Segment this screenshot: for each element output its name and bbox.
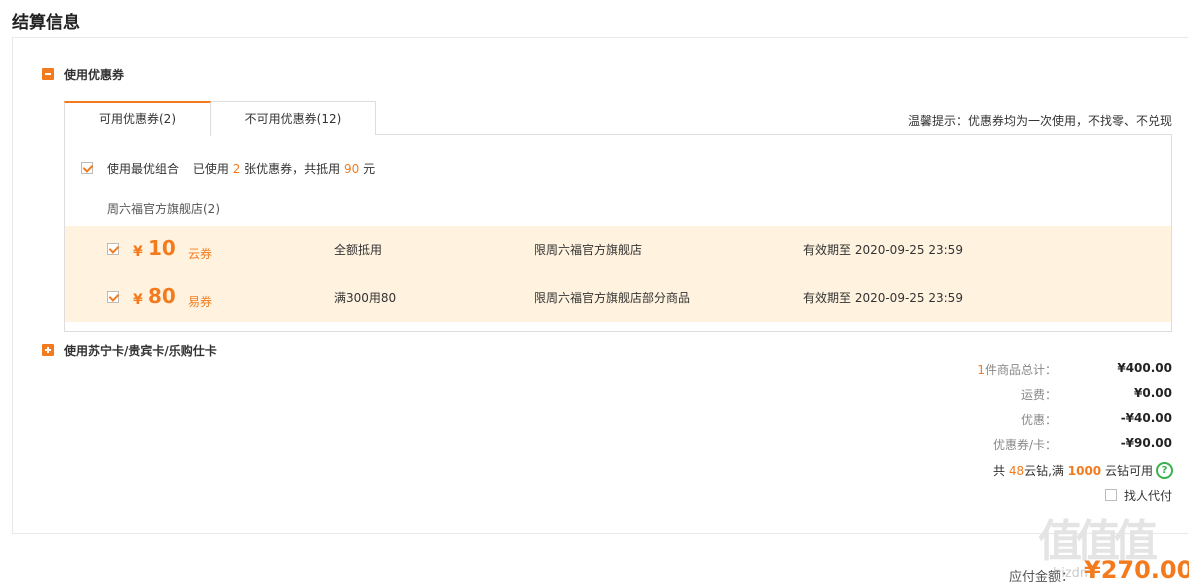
items-count: 1 [977,363,985,377]
yunzuan-mid: 云钻,满 [1024,464,1064,478]
store-title: 周六福官方旗舰店(2) [107,202,220,216]
coupon-card-label: 优惠券/卡： [992,438,1057,452]
yunzuan-line: 共 48云钻,满 1000 云钻可用 [993,462,1153,479]
used-mid: 张优惠券，共抵用 [244,162,341,176]
coupon-card-value: -¥90.00 [1120,436,1172,450]
deduct-amount: 90 [344,162,360,176]
coupon-expiry: 有效期至 2020-09-25 23:59 [803,243,963,257]
pay-for-me-label[interactable]: 找人代付 [1124,487,1172,504]
coupon-amount: 80 [148,284,176,308]
tab-unavailable-coupons[interactable]: 不可用优惠券(12) [210,101,376,135]
expand-icon[interactable] [42,344,54,356]
page-title: 结算信息 [12,13,80,33]
help-icon[interactable]: ? [1156,462,1173,479]
yunzuan-threshold: 1000 [1067,464,1102,478]
payable-label: 应付金额： [1009,570,1075,585]
best-combo-line: 使用最优组合 已使用 2 张优惠券，共抵用 90 元 [107,160,375,177]
coupon-amount: 10 [148,236,176,260]
tab-available-coupons[interactable]: 可用优惠券(2) [64,101,211,136]
coupon-expiry: 有效期至 2020-09-25 23:59 [803,291,963,305]
yunzuan-prefix: 共 [992,464,1005,478]
coupon-type: 云券 [188,247,213,261]
payable-value: ¥270.00 [1084,556,1189,584]
shipping-label: 运费： [1020,388,1057,402]
best-combo-label[interactable]: 使用最优组合 [107,162,179,176]
coupon-section-title[interactable]: 使用优惠券 [64,66,124,83]
collapse-icon[interactable] [42,68,54,80]
pay-for-me-checkbox[interactable] [1105,489,1117,501]
card-section-title[interactable]: 使用苏宁卡/贵宾卡/乐购仕卡 [64,342,217,359]
shipping-value: ¥0.00 [1134,386,1172,400]
yunzuan-count: 48 [1008,464,1025,478]
used-count: 2 [232,162,241,176]
items-total-value: ¥400.00 [1117,361,1172,375]
coupon-rule: 满300用80 [334,291,397,305]
yunzuan-suffix: 云钻可用 [1104,464,1153,478]
discount-label: 优惠： [1020,413,1057,427]
used-prefix: 已使用 [192,162,229,176]
coupon-checkbox-2[interactable] [107,291,119,303]
coupon-currency: ¥ [133,244,143,260]
coupon-type: 易券 [188,295,213,309]
coupon-scope: 限周六福官方旗舰店部分商品 [534,291,691,305]
coupon-rule: 全额抵用 [334,243,383,257]
items-label: 件商品总计： [984,363,1057,377]
coupon-currency: ¥ [133,292,143,308]
coupon-tip: 温馨提示：优惠券均为一次使用，不找零、不兑现 [907,114,1172,128]
best-combo-checkbox[interactable] [81,162,93,174]
coupon-checkbox-1[interactable] [107,243,119,255]
deduct-unit: 元 [363,162,376,176]
coupon-scope: 限周六福官方旗舰店 [534,243,643,257]
discount-value: -¥40.00 [1120,411,1172,425]
items-total-label: 1件商品总计： [977,361,1057,378]
